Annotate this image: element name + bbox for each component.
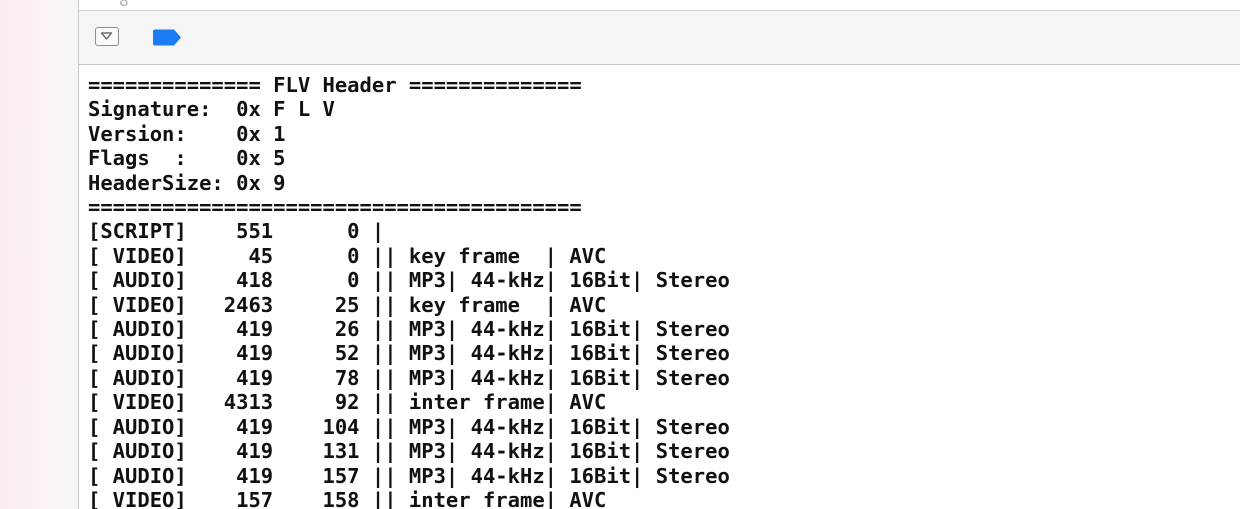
console-line: [ AUDIO] 419 26 || MP3| 44-kHz| 16Bit| S… bbox=[88, 317, 730, 342]
console-line: ======================================== bbox=[88, 195, 582, 220]
console-line: Flags : 0x 5 bbox=[88, 146, 286, 171]
console-text: ============== FLV Header ==============… bbox=[88, 73, 730, 509]
hide-debug-area-button[interactable] bbox=[95, 27, 119, 46]
console-line: HeaderSize: 0x 9 bbox=[88, 170, 286, 195]
editor-bottom-edge: 8 bbox=[79, 0, 1240, 11]
console-line: [SCRIPT] 551 0 | bbox=[88, 219, 385, 244]
console-line: [ AUDIO] 419 131 || MP3| 44-kHz| 16Bit| … bbox=[88, 439, 730, 464]
line-number-fragment: 8 bbox=[119, 0, 129, 10]
console-line: [ VIDEO] 2463 25 || key frame | AVC bbox=[88, 292, 607, 317]
console-line: ============== FLV Header ============== bbox=[88, 73, 582, 97]
console-line: [ AUDIO] 418 0 || MP3| 44-kHz| 16Bit| St… bbox=[88, 268, 730, 293]
console-line: Signature: 0x F L V bbox=[88, 97, 335, 122]
console-output[interactable]: ============== FLV Header ==============… bbox=[79, 65, 1240, 509]
console-line: [ AUDIO] 419 157 || MP3| 44-kHz| 16Bit| … bbox=[88, 463, 730, 488]
console-line: [ AUDIO] 419 52 || MP3| 44-kHz| 16Bit| S… bbox=[88, 341, 730, 366]
console-line: [ VIDEO] 157 158 || inter frame| AVC bbox=[88, 487, 607, 509]
sidebar-edge bbox=[0, 0, 78, 509]
console-line: [ AUDIO] 419 104 || MP3| 44-kHz| 16Bit| … bbox=[88, 414, 730, 439]
chevron-down-icon bbox=[100, 32, 113, 40]
console-line: [ VIDEO] 45 0 || key frame | AVC bbox=[88, 243, 607, 268]
debug-bar bbox=[79, 11, 1240, 65]
breakpoint-icon bbox=[153, 29, 181, 46]
console-line: [ VIDEO] 4313 92 || inter frame| AVC bbox=[88, 390, 607, 415]
console-line: [ AUDIO] 419 78 || MP3| 44-kHz| 16Bit| S… bbox=[88, 365, 730, 390]
console-line: Version: 0x 1 bbox=[88, 121, 286, 146]
breakpoints-toggle-button[interactable] bbox=[153, 29, 185, 46]
